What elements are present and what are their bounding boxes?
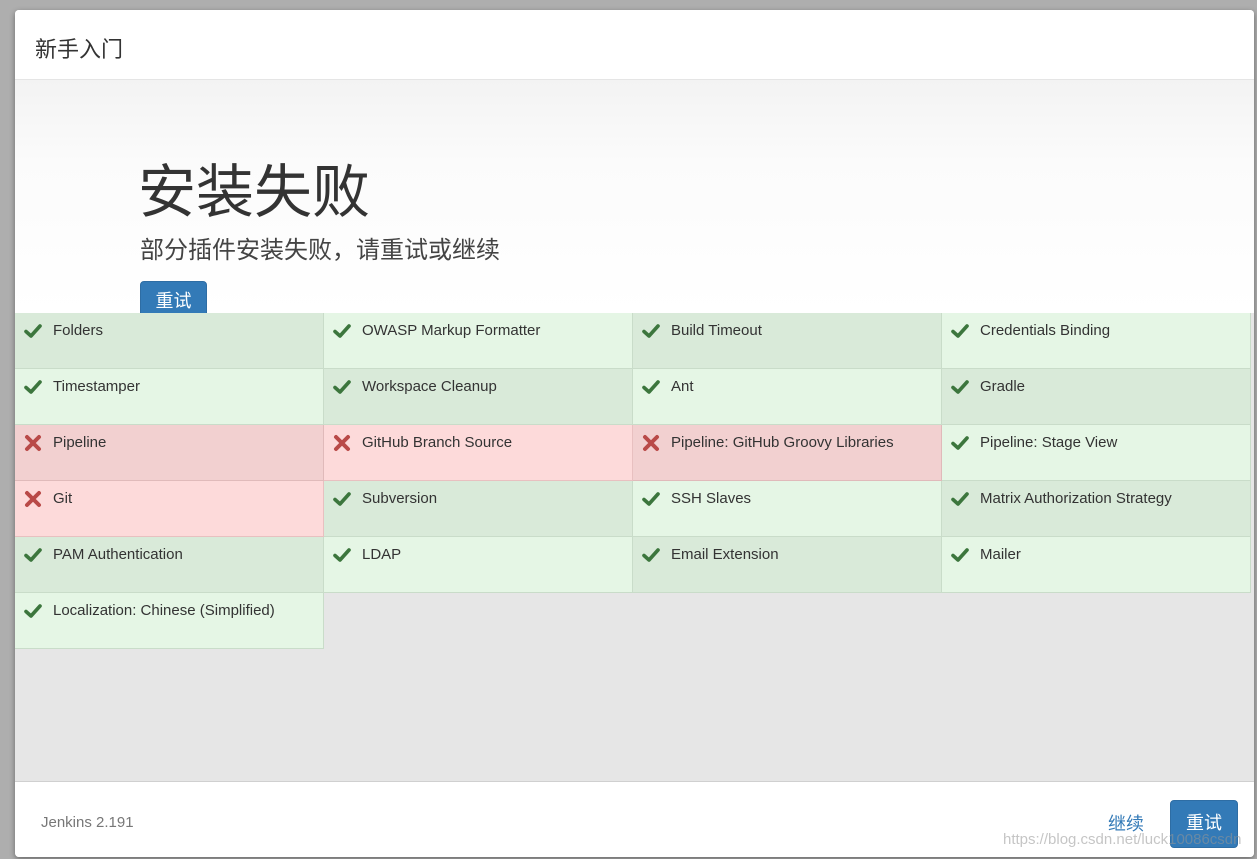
plugin-item: Subversion bbox=[324, 481, 633, 537]
setup-wizard-dialog: 新手入门 安装失败 部分插件安装失败，请重试或继续 重试 Folders OWAS… bbox=[15, 10, 1254, 857]
plugin-item: Matrix Authorization Strategy bbox=[942, 481, 1251, 537]
plugin-name: SSH Slaves bbox=[671, 490, 752, 507]
check-icon bbox=[23, 545, 43, 565]
plugin-item: GitHub Branch Source bbox=[324, 425, 633, 481]
plugin-item: Mailer bbox=[942, 537, 1251, 593]
plugin-item: Pipeline bbox=[15, 425, 324, 481]
check-icon bbox=[950, 545, 970, 565]
dialog-title: 新手入门 bbox=[35, 38, 124, 63]
check-icon bbox=[23, 321, 43, 341]
cross-icon bbox=[641, 433, 661, 453]
plugin-item: Pipeline: Stage View bbox=[942, 425, 1251, 481]
cross-icon bbox=[332, 433, 352, 453]
plugin-name: OWASP Markup Formatter bbox=[362, 322, 541, 339]
page-subtitle: 部分插件安装失败，请重试或继续 bbox=[140, 236, 500, 264]
check-icon bbox=[950, 377, 970, 397]
plugin-item: Credentials Binding bbox=[942, 313, 1251, 369]
check-icon bbox=[23, 377, 43, 397]
plugin-name: Ant bbox=[671, 378, 694, 395]
check-icon bbox=[950, 489, 970, 509]
hero-section: 安装失败 部分插件安装失败，请重试或继续 重试 bbox=[15, 80, 1254, 313]
check-icon bbox=[332, 545, 352, 565]
plugin-name: Localization: Chinese (Simplified) bbox=[53, 602, 275, 619]
plugin-item: Workspace Cleanup bbox=[324, 369, 633, 425]
plugin-list: Folders OWASP Markup Formatter Build Timeo… bbox=[15, 313, 1254, 782]
plugin-name: Git bbox=[53, 490, 73, 507]
plugin-name: Pipeline: Stage View bbox=[980, 434, 1118, 451]
check-icon bbox=[950, 321, 970, 341]
plugin-item: Gradle bbox=[942, 369, 1251, 425]
plugin-name: Matrix Authorization Strategy bbox=[980, 490, 1172, 507]
plugin-name: Pipeline: GitHub Groovy Libraries bbox=[671, 434, 894, 451]
watermark: https://blog.csdn.net/luck10086csdn bbox=[1003, 831, 1242, 848]
check-icon bbox=[641, 377, 661, 397]
plugin-item: Localization: Chinese (Simplified) bbox=[15, 593, 324, 649]
check-icon bbox=[332, 321, 352, 341]
check-icon bbox=[23, 601, 43, 621]
plugin-name: Workspace Cleanup bbox=[362, 378, 497, 395]
plugin-name: Pipeline bbox=[53, 434, 107, 451]
plugin-item: Folders bbox=[15, 313, 324, 369]
plugin-item: Build Timeout bbox=[633, 313, 942, 369]
plugin-item: PAM Authentication bbox=[15, 537, 324, 593]
check-icon bbox=[641, 489, 661, 509]
version-label: Jenkins 2.191 bbox=[41, 814, 134, 831]
page-title: 安装失败 bbox=[138, 158, 371, 226]
plugin-name: PAM Authentication bbox=[53, 546, 183, 563]
retry-button[interactable]: 重试 bbox=[140, 281, 207, 313]
plugin-item: Ant bbox=[633, 369, 942, 425]
plugin-name: GitHub Branch Source bbox=[362, 434, 513, 451]
plugin-name: LDAP bbox=[362, 546, 402, 563]
plugin-item: Git bbox=[15, 481, 324, 537]
plugin-name: Subversion bbox=[362, 490, 438, 507]
dialog-header: 新手入门 bbox=[15, 10, 1254, 80]
plugin-name: Email Extension bbox=[671, 546, 779, 563]
cross-icon bbox=[23, 489, 43, 509]
plugin-item: LDAP bbox=[324, 537, 633, 593]
plugin-name: Credentials Binding bbox=[980, 322, 1111, 339]
plugin-name: Mailer bbox=[980, 546, 1021, 563]
plugin-item: Email Extension bbox=[633, 537, 942, 593]
check-icon bbox=[332, 377, 352, 397]
dialog-footer: Jenkins 2.191 继续 重试 https://blog.csdn.ne… bbox=[15, 782, 1254, 857]
check-icon bbox=[332, 489, 352, 509]
plugin-name: Gradle bbox=[980, 378, 1026, 395]
check-icon bbox=[641, 321, 661, 341]
check-icon bbox=[641, 545, 661, 565]
cross-icon bbox=[23, 433, 43, 453]
plugin-item: SSH Slaves bbox=[633, 481, 942, 537]
plugin-name: Folders bbox=[53, 322, 104, 339]
plugin-name: Build Timeout bbox=[671, 322, 762, 339]
plugin-item: Timestamper bbox=[15, 369, 324, 425]
plugin-name: Timestamper bbox=[53, 378, 140, 395]
check-icon bbox=[950, 433, 970, 453]
plugin-item: OWASP Markup Formatter bbox=[324, 313, 633, 369]
plugin-item: Pipeline: GitHub Groovy Libraries bbox=[633, 425, 942, 481]
